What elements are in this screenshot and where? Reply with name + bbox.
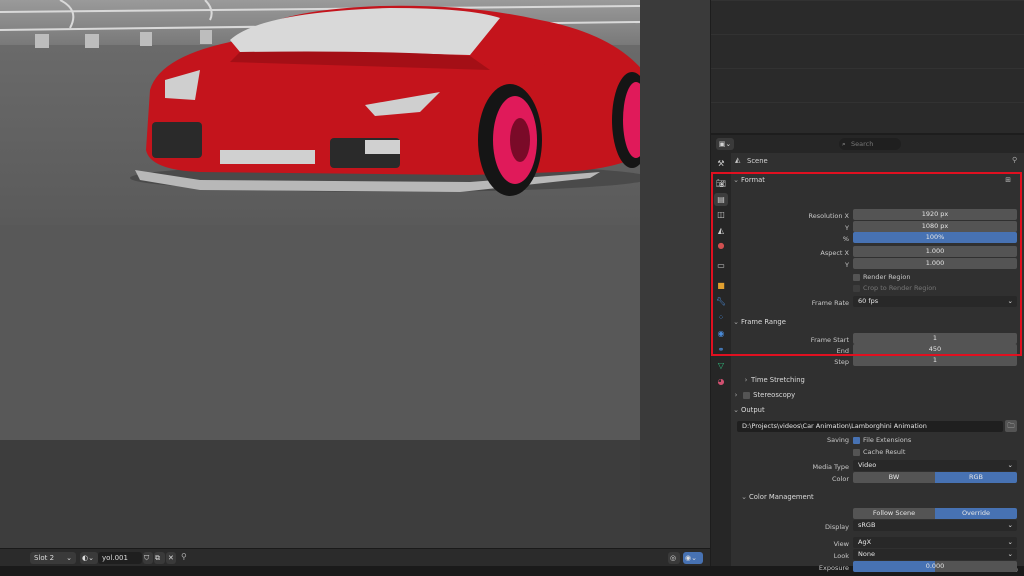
color-rgb-button[interactable]: RGB (935, 472, 1017, 483)
data-tab-icon[interactable]: ▽ (714, 359, 728, 372)
time-stretching-panel-header[interactable]: › Time Stretching (741, 373, 1021, 387)
exposure-label: Exposure (818, 564, 849, 572)
media-type-dropdown[interactable]: Video ⌄ (853, 460, 1017, 471)
override-button[interactable]: Override (935, 508, 1017, 519)
stereoscopy-checkbox[interactable] (743, 391, 751, 399)
output-path-field[interactable]: D:\Projects\videos\Car Animation\Lamborg… (737, 421, 1003, 432)
chevron-down-icon: ⌄ (741, 493, 747, 501)
display-dropdown[interactable]: sRGB ⌄ (853, 520, 1017, 531)
look-label: Look (833, 552, 849, 560)
image-browse-icon[interactable]: ◐⌄ (80, 552, 98, 564)
top-right-editor[interactable] (711, 0, 1024, 133)
time-stretching-title: Time Stretching (751, 376, 805, 384)
new-image-icon[interactable]: ⧉ (154, 552, 165, 564)
material-tab-icon[interactable]: ◕ (714, 375, 728, 388)
file-extensions-checkbox[interactable] (853, 437, 860, 444)
color-management-title: Color Management (749, 493, 814, 501)
search-icon: ⌕ (842, 140, 846, 148)
media-type-label: Media Type (812, 463, 849, 471)
image-name-label: yol.001 (102, 554, 128, 562)
chevron-right-icon: › (744, 376, 748, 384)
search-input[interactable]: ⌕ Search (839, 138, 901, 150)
image-editor-footer: Slot 2 ⌄ ◐⌄ yol.001 ⛉ ⧉ ✕ ⚲ ◎ ◉⌄ (0, 548, 710, 567)
car-render (0, 0, 640, 196)
chevron-right-icon: › (734, 391, 738, 399)
chevron-down-icon: ⌄ (1007, 550, 1013, 558)
chevron-down-icon: ⌄ (733, 406, 739, 414)
highlight-box (711, 172, 1022, 356)
display-label: Display (825, 523, 849, 531)
saving-label: Saving (826, 436, 849, 444)
stereoscopy-title: Stereoscopy (753, 391, 796, 399)
fake-user-icon[interactable]: ⛉ (143, 552, 153, 564)
overlay-icon[interactable]: ◎ (668, 552, 680, 564)
exposure-slider[interactable]: 0.000 (853, 561, 1017, 572)
view-dropdown[interactable]: AgX ⌄ (853, 537, 1017, 548)
tool-tab-icon[interactable]: ⚒ (714, 157, 728, 170)
slot-dropdown[interactable]: Slot 2 ⌄ (30, 552, 76, 564)
cache-result-checkbox[interactable] (853, 449, 860, 456)
close-icon[interactable]: ✕ (166, 552, 176, 564)
chevron-down-icon: ⌄ (1007, 538, 1013, 546)
pin-icon[interactable]: ⚲ (1012, 156, 1017, 164)
look-value: None (858, 550, 875, 558)
color-management-panel-header[interactable]: ⌄ Color Management (739, 490, 1021, 504)
color-bw-button[interactable]: BW (853, 472, 935, 483)
image-name-field[interactable]: yol.001 (98, 552, 142, 564)
output-title: Output (741, 406, 765, 414)
pin-icon[interactable]: ⚲ (181, 552, 187, 561)
frame-step-field[interactable]: 1 (853, 355, 1017, 366)
context-label: Scene (747, 157, 768, 165)
frame-step-label: Step (834, 358, 849, 366)
display-value: sRGB (858, 521, 876, 529)
slot-label: Slot 2 (34, 554, 55, 562)
editor-type-icon[interactable]: ▣⌄ (716, 138, 734, 150)
viewport-side-strip (640, 0, 710, 548)
view-label: View (833, 540, 849, 548)
cache-result-label: Cache Result (863, 448, 906, 456)
color-label: Color (832, 475, 849, 483)
chevron-down-icon: ⌄ (1007, 461, 1013, 469)
media-type-value: Video (858, 461, 877, 469)
file-extensions-label: File Extensions (863, 436, 912, 444)
chevron-down-icon: ⌄ (1007, 521, 1013, 529)
view-value: AgX (858, 538, 872, 546)
search-placeholder: Search (851, 140, 874, 148)
stereoscopy-panel-header[interactable]: › Stereoscopy (731, 388, 1021, 402)
chevron-down-icon: ⌄ (66, 554, 72, 562)
properties-header: ▣⌄ ⌕ Search (711, 135, 1024, 153)
output-panel-header[interactable]: ⌄ Output (731, 403, 1021, 417)
scene-context-icon: ◭ (735, 156, 741, 164)
follow-scene-button[interactable]: Follow Scene (853, 508, 935, 519)
look-dropdown[interactable]: None ⌄ (853, 549, 1017, 560)
folder-icon[interactable]: 🗀︎ (1005, 420, 1017, 432)
render-image (0, 0, 640, 440)
gizmo-icon[interactable]: ◉⌄ (683, 552, 703, 564)
image-viewport[interactable] (0, 0, 710, 548)
